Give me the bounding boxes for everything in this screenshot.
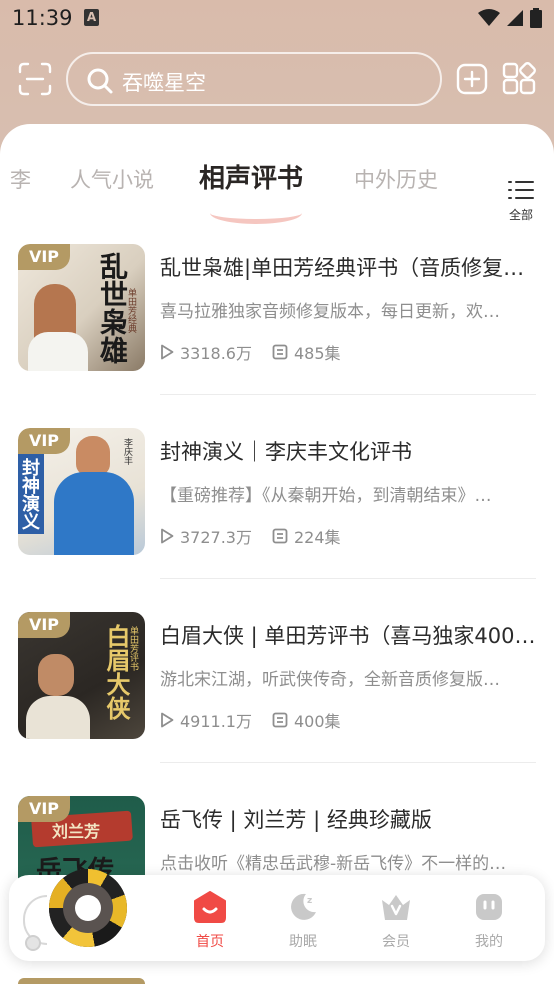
- vip-badge: VIP: [18, 428, 70, 454]
- album-description: 喜马拉雅独家音频修复版本，每日更新，欢…: [160, 302, 500, 322]
- play-count: 3318.6万: [180, 344, 252, 363]
- cover-figure: [76, 436, 110, 476]
- scan-icon: [18, 62, 52, 96]
- album-description: 【重磅推荐】《从秦朝开始，到清朝结束》…: [160, 486, 492, 506]
- play-count-icon: [161, 712, 174, 728]
- list-item[interactable]: 封神演义 李庆丰 VIP 封神演义｜李庆丰文化评书 【重磅推荐】《从秦朝开始，到…: [0, 426, 554, 610]
- cover-subtitle-text: 单田芳评书: [128, 626, 138, 671]
- scan-button[interactable]: [18, 62, 52, 96]
- list-item[interactable]: 乱世枭雄 单田芳经典 VIP 乱世枭雄|单田芳经典评书（音质修复… 喜马拉雅独家…: [0, 242, 554, 426]
- apps-button[interactable]: [502, 62, 536, 96]
- cover-title-text: 封神演义: [19, 458, 40, 530]
- tab-history[interactable]: 中外历史: [354, 164, 438, 194]
- album-title[interactable]: 乱世枭雄|单田芳经典评书（音质修复…: [160, 252, 536, 282]
- menu-list-icon: [508, 181, 534, 199]
- album-title[interactable]: 岳飞传 | 刘兰芳 | 经典珍藏版: [160, 804, 536, 834]
- tab-popular-novels[interactable]: 人气小说: [70, 164, 154, 194]
- divider: [160, 578, 536, 579]
- cover-figure: [38, 654, 74, 696]
- play-count-icon: [161, 344, 174, 360]
- episode-count: 485集: [294, 344, 341, 363]
- cover-subtitle-text: 李庆丰: [122, 438, 132, 465]
- active-tab-indicator: [210, 202, 302, 224]
- bottom-navigation: 首页 z 助眠 会员 我的: [9, 869, 545, 961]
- profile-icon: [476, 894, 502, 920]
- episodes-icon: [272, 528, 288, 544]
- cover-figure-robe: [26, 696, 90, 739]
- category-tabs: 李 人气小说 相声评书 中外历史 全部: [0, 150, 554, 224]
- nav-sleep-label: 助眠: [289, 934, 317, 950]
- status-icons: [478, 8, 542, 28]
- album-title[interactable]: 白眉大侠 | 单田芳评书（喜马独家400…: [160, 620, 536, 650]
- add-icon: [456, 63, 488, 95]
- nav-home[interactable]: 首页: [180, 891, 240, 951]
- nav-profile[interactable]: 我的: [459, 891, 519, 951]
- divider: [160, 394, 536, 395]
- play-count: 4911.1万: [180, 712, 252, 731]
- all-label: 全部: [508, 208, 533, 222]
- status-time: 11:39: [12, 6, 73, 30]
- cover-figure-robe: [28, 332, 88, 371]
- tab-crosstalk-storytelling[interactable]: 相声评书: [199, 158, 303, 195]
- svg-text:z: z: [307, 896, 312, 906]
- all-categories-button[interactable]: 全部: [506, 180, 536, 223]
- vip-badge: VIP: [18, 612, 70, 638]
- album-meta: 3318.6万 485集: [160, 340, 361, 364]
- search-input[interactable]: 吞噬星空: [66, 52, 442, 106]
- album-title[interactable]: 封神演义｜李庆丰文化评书: [160, 436, 536, 466]
- episodes-icon: [272, 344, 288, 360]
- play-count-icon: [161, 528, 174, 544]
- cover-subtitle-text: 单田芳经典: [126, 288, 136, 333]
- vip-badge: VIP: [18, 796, 70, 822]
- search-icon: [87, 68, 113, 94]
- nav-sleep[interactable]: z 助眠: [273, 891, 333, 951]
- album-cover[interactable]: 乱世枭雄 单田芳经典 VIP: [18, 244, 145, 371]
- sleep-icon: z: [291, 893, 316, 920]
- vip-crown-icon: [382, 895, 410, 920]
- vip-badge: VIP: [18, 244, 70, 270]
- apps-grid-icon: [502, 62, 536, 95]
- episode-count: 224集: [294, 528, 341, 547]
- wifi-icon: [478, 9, 500, 26]
- player-knob: [25, 935, 41, 951]
- add-button[interactable]: [456, 63, 488, 95]
- search-placeholder: 吞噬星空: [122, 71, 206, 95]
- album-meta: 4911.1万 400集: [160, 708, 361, 732]
- battery-icon: [530, 8, 542, 28]
- signal-icon: [507, 10, 523, 26]
- notification-icon: A: [84, 9, 99, 26]
- content-sheet: 李 人气小说 相声评书 中外历史 全部 乱世枭雄 单田芳经典 VIP 乱世枭雄|…: [0, 124, 554, 984]
- play-count: 3727.3万: [180, 528, 252, 547]
- nav-profile-label: 我的: [475, 934, 503, 950]
- status-bar: 11:39 A: [0, 0, 554, 38]
- list-item[interactable]: 白眉大侠 单田芳评书 VIP 白眉大侠 | 单田芳评书（喜马独家400… 游北宋…: [0, 610, 554, 794]
- album-description: 游北宋江湖，听武侠传奇，全新音质修复版…: [160, 670, 500, 690]
- play-icon: [75, 895, 101, 921]
- album-cover[interactable]: 白眉大侠 单田芳评书 VIP: [18, 612, 145, 739]
- episodes-icon: [272, 712, 288, 728]
- next-cover-peek: [18, 978, 145, 984]
- home-icon: [194, 891, 226, 923]
- nav-vip[interactable]: 会员: [366, 891, 426, 951]
- album-description: 点击收听《精忠岳武穆-新岳飞传》不一样的…: [160, 854, 507, 874]
- cover-figure-robe: [54, 472, 134, 555]
- mini-player-button[interactable]: [49, 869, 127, 947]
- tab-partial[interactable]: 李: [10, 164, 31, 194]
- album-cover[interactable]: 封神演义 李庆丰 VIP: [18, 428, 145, 555]
- nav-home-label: 首页: [196, 934, 224, 950]
- cover-title-text: 白眉大侠: [102, 624, 131, 720]
- divider: [160, 762, 536, 763]
- nav-vip-label: 会员: [382, 934, 410, 950]
- album-meta: 3727.3万 224集: [160, 524, 361, 548]
- cover-title-text: 乱世枭雄: [96, 252, 129, 364]
- episode-count: 400集: [294, 712, 341, 731]
